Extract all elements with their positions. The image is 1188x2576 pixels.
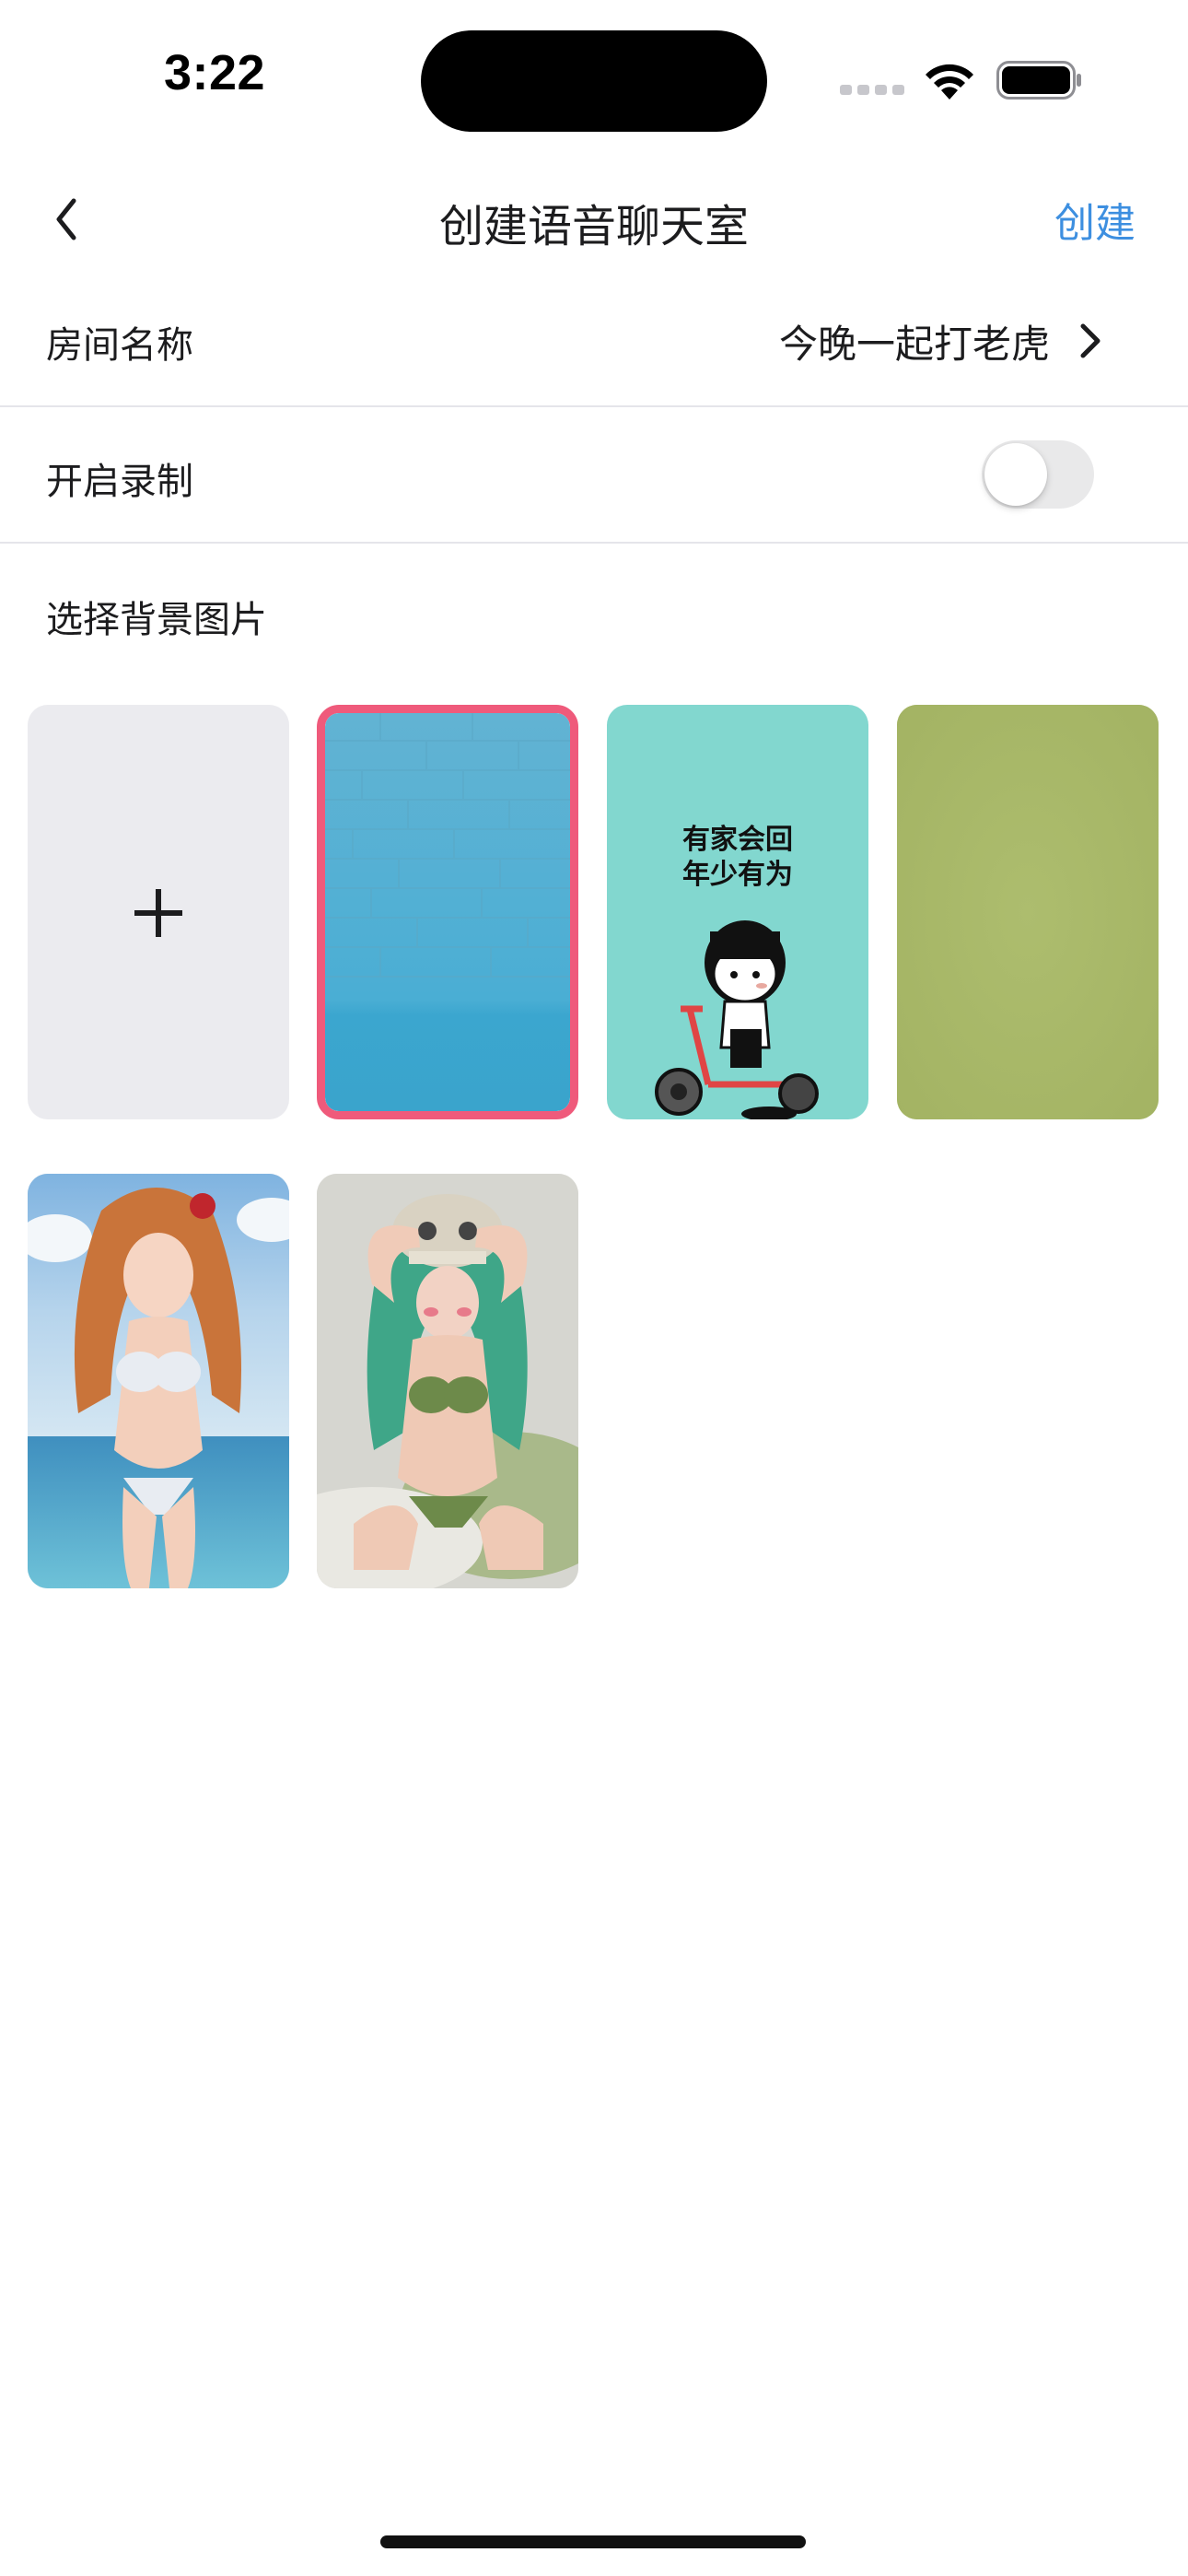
wifi-icon bbox=[926, 64, 973, 100]
dynamic-island bbox=[421, 30, 767, 132]
background-tile-teal-meme[interactable]: 有家会回 年少有为 bbox=[607, 705, 868, 1119]
recording-toggle[interactable] bbox=[982, 440, 1094, 509]
recording-row: 开启录制 bbox=[0, 405, 1188, 544]
background-tile-beach-girl[interactable] bbox=[28, 1174, 289, 1588]
background-tile-olive-green[interactable] bbox=[897, 705, 1159, 1119]
nav-bar: 创建语音聊天室 创建 bbox=[0, 175, 1188, 263]
room-name-value: 今晚一起打老虎 bbox=[778, 322, 1050, 367]
page-title: 创建语音聊天室 bbox=[438, 201, 749, 252]
room-name-label: 房间名称 bbox=[46, 324, 193, 367]
divider bbox=[0, 542, 1188, 544]
background-tile-blue-wall[interactable] bbox=[317, 705, 578, 1119]
home-indicator bbox=[380, 2535, 806, 2548]
olive-texture-image bbox=[897, 705, 1159, 1119]
background-tile-skull-hat-girl[interactable] bbox=[317, 1174, 578, 1588]
cellular-signal-icon bbox=[840, 85, 904, 98]
recording-label: 开启录制 bbox=[46, 461, 193, 503]
background-section-label: 选择背景图片 bbox=[46, 599, 267, 641]
plus-icon bbox=[134, 889, 182, 937]
status-bar: 3:22 bbox=[0, 0, 1188, 152]
beach-girl-image bbox=[28, 1174, 289, 1588]
room-name-row[interactable]: 房间名称 今晚一起打老虎 bbox=[0, 286, 1188, 396]
battery-icon bbox=[996, 61, 1081, 100]
cartoon-kid-scooter-image bbox=[655, 920, 819, 1119]
toggle-knob bbox=[984, 443, 1047, 506]
blue-brick-wall-image bbox=[325, 713, 570, 1111]
add-background-tile[interactable] bbox=[28, 705, 289, 1119]
status-time: 3:22 bbox=[164, 45, 266, 100]
skull-hat-girl-image bbox=[317, 1174, 578, 1588]
create-button[interactable]: 创建 bbox=[1054, 190, 1136, 249]
chevron-right-icon bbox=[1080, 323, 1101, 358]
